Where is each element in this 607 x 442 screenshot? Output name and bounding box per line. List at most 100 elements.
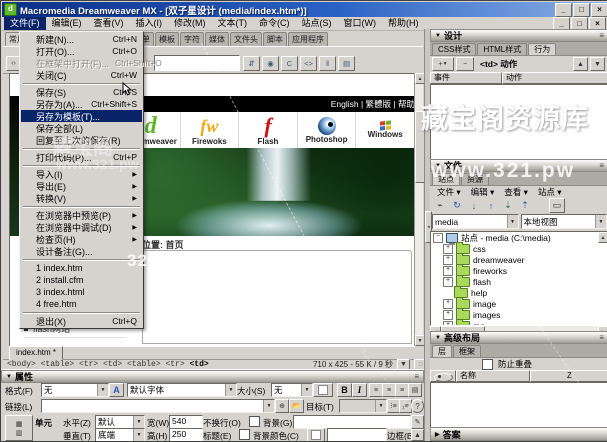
view-options-icon[interactable]: ▤ (338, 56, 355, 71)
nowrap-checkbox[interactable] (249, 416, 260, 427)
files-panel-header[interactable]: ▼ 文件 ≡ (430, 159, 607, 172)
logo-flash[interactable]: fFlash (239, 112, 298, 148)
tag-selector-tag[interactable]: <body> (7, 360, 41, 369)
files-menu-0[interactable]: 文件 ▾ (433, 186, 465, 198)
file-menu-item-22[interactable]: 1 index.htm (21, 262, 142, 274)
file-menu-item-19[interactable]: 检查页(H)▶ (21, 233, 142, 245)
chevron-down-icon[interactable]: ▼ (301, 384, 312, 396)
expand-box-icon[interactable]: + (443, 321, 453, 327)
chevron-down-icon[interactable]: ▼ (263, 400, 274, 412)
file-menu-item-23[interactable]: 2 install.cfm (21, 274, 142, 286)
properties-header[interactable]: ▼ 属性 ≡ (1, 370, 424, 383)
header-checkbox[interactable] (239, 429, 250, 440)
menubar-item-6[interactable]: 命令(C) (253, 17, 296, 30)
design-tab-0[interactable]: CSS样式 (432, 43, 476, 55)
refresh-icon[interactable]: C (281, 56, 298, 71)
collapse-box-icon[interactable]: − (433, 233, 443, 243)
expand-box-icon[interactable]: + (443, 255, 453, 265)
insert-tab-7[interactable]: 字符 (180, 32, 204, 46)
view-dropdown[interactable]: 本地视图▼ (521, 214, 607, 229)
width-input[interactable]: 540 (169, 415, 203, 429)
css-toggle-icon[interactable]: A (109, 383, 124, 397)
file-menu-item-18[interactable]: 在浏览器中调试(D)▶ (21, 221, 142, 233)
expander-icon[interactable]: ▲ (411, 429, 424, 441)
file-menu-item-8[interactable]: 保存全部(L) (21, 122, 142, 134)
document-scrollbar[interactable]: ▲ ▼ (414, 73, 423, 346)
connect-icon[interactable]: ⌁ (433, 199, 447, 212)
expand-box-icon[interactable]: + (443, 266, 453, 276)
file-menu-item-11[interactable]: 打印代码(P)...Ctrl+P (21, 151, 142, 163)
file-menu-item-25[interactable]: 4 free.htm (21, 298, 142, 310)
file-menu-item-27[interactable]: 退出(X)Ctrl+Q (21, 315, 142, 327)
file-menu-item-17[interactable]: 在浏览器中预览(P)▶ (21, 209, 142, 221)
file-menu-item-5[interactable]: 保存(S)Ctrl+S (21, 86, 142, 98)
prevent-overlap-checkbox[interactable] (482, 359, 493, 370)
tag-selector[interactable]: <body> <table> <tr> <td> <table> <tr> <t… (7, 360, 309, 369)
chevron-down-icon[interactable]: ▼ (97, 384, 108, 396)
tag-selector-tag[interactable]: <tr> (79, 360, 103, 369)
layout-tab-1[interactable]: 框架 (453, 345, 481, 357)
file-menu-item-7[interactable]: 另存为模板(T)... (21, 110, 142, 122)
file-menu-item-13[interactable]: 导入(I)▶ (21, 168, 142, 180)
design-panel-header[interactable]: ▼ 设计 ≡ (430, 29, 607, 42)
file-menu-item-1[interactable]: 打开(O)...Ctrl+O (21, 45, 142, 57)
files-tab-0[interactable]: 站点 (432, 173, 460, 185)
chevron-down-icon[interactable]: ▼ (225, 384, 236, 396)
tag-selector-tag[interactable]: <table> (41, 360, 79, 369)
page-title-input[interactable] (154, 55, 240, 71)
align-right-icon[interactable]: ≡ (395, 383, 409, 397)
behaviors-list[interactable] (430, 84, 607, 162)
check-in-icon[interactable]: ⇡ (518, 199, 532, 212)
panel-menu-icon[interactable]: ≡ (599, 31, 604, 40)
horz-align-dropdown[interactable]: 默认▼ (95, 415, 145, 429)
menubar-item-1[interactable]: 编辑(E) (46, 17, 88, 30)
file-menu-item-15[interactable]: 转换(V)▶ (21, 192, 142, 204)
font-dropdown[interactable]: 默认字体▼ (127, 383, 237, 397)
expand-box-icon[interactable]: + (443, 310, 453, 320)
expand-box-icon[interactable]: + (443, 299, 453, 309)
document-tab[interactable]: index.htm * (9, 346, 63, 360)
bold-button[interactable]: B (337, 383, 352, 397)
logo-windows[interactable]: Windows (356, 112, 415, 148)
move-up-icon[interactable]: ▲ (573, 57, 588, 71)
file-menu-item-0[interactable]: 新建(N)...Ctrl+N (21, 33, 142, 45)
text-color-swatch[interactable] (313, 383, 333, 397)
insert-tab-8[interactable]: 媒体 (205, 32, 229, 46)
tree-scroll-up-icon[interactable]: ▲ (598, 232, 607, 243)
layout-panel-header[interactable]: ▼ 高级布局 ≡ (430, 331, 607, 344)
insert-tab-9[interactable]: 文件头 (230, 32, 262, 46)
cell-merge-split-icons[interactable]: ▦▥ (5, 415, 33, 441)
get-file-icon[interactable]: ↓ (467, 199, 481, 212)
chevron-down-icon[interactable]: ▼ (133, 416, 144, 428)
file-menu-item-3[interactable]: 关闭(C)Ctrl+W (21, 69, 142, 81)
insert-tab-6[interactable]: 模板 (155, 32, 179, 46)
bg-input[interactable] (293, 415, 411, 429)
refresh-icon[interactable]: ↻ (450, 199, 464, 212)
answers-panel-header[interactable]: ▶ 答案 (430, 427, 607, 441)
site-file-tree[interactable]: ▲ −站点 - media (C:\media)+css+dreamweaver… (430, 231, 607, 326)
menubar-item-0[interactable]: 文件(F) (4, 17, 46, 30)
menubar-item-3[interactable]: 插入(I) (130, 17, 169, 30)
align-justify-icon[interactable]: ▤ (408, 383, 422, 397)
italic-button[interactable]: I (352, 383, 367, 397)
file-management-icon[interactable]: ⇵ (243, 56, 260, 71)
titlebar[interactable]: d Macromedia Dreamweaver MX - [双子星设计 (me… (2, 2, 607, 17)
chevron-down-icon[interactable]: ▼ (595, 215, 606, 228)
preview-in-browser-icon[interactable]: ◉ (262, 56, 279, 71)
panel-menu-icon[interactable]: ≡ (599, 161, 604, 170)
check-out-icon[interactable]: ⇣ (501, 199, 515, 212)
file-menu-item-2[interactable]: 在框架中打开(F)...Ctrl+Shift+O (21, 57, 142, 69)
move-down-icon[interactable]: ▼ (590, 57, 605, 71)
file-menu-item-20[interactable]: 设计备注(G)... (21, 245, 142, 257)
tree-folder-me[interactable]: +me (431, 320, 607, 326)
files-menu-1[interactable]: 编辑 ▾ (467, 186, 499, 198)
file-menu-item-6[interactable]: 另存为(A)...Ctrl+Shift+S (21, 98, 142, 110)
align-center-icon[interactable]: ≡ (382, 383, 396, 397)
tag-selector-tag[interactable]: <td> (103, 360, 127, 369)
design-tab-1[interactable]: HTML样式 (477, 43, 527, 55)
help-icon[interactable]: ? (411, 399, 424, 413)
insert-tab-11[interactable]: 应用程序 (288, 32, 328, 46)
site-dropdown[interactable]: media▼ (432, 214, 519, 229)
file-menu-item-24[interactable]: 3 index.html (21, 286, 142, 298)
menubar-item-8[interactable]: 窗口(W) (338, 17, 383, 30)
